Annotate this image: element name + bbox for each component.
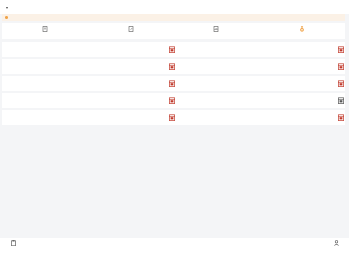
grid-row (2, 76, 345, 91)
user-icon (333, 240, 339, 246)
document-icon (42, 25, 48, 32)
calendar-icon (169, 97, 175, 104)
edit-document-icon (128, 25, 133, 32)
toolbar-item-2[interactable] (88, 23, 174, 39)
grid-row (2, 93, 345, 108)
list-item[interactable] (167, 59, 335, 74)
report-document-icon (214, 25, 219, 32)
calendar-icon[interactable] (338, 97, 344, 104)
top-header: ▾ (0, 0, 349, 14)
notice-banner (2, 14, 345, 21)
calendar-icon[interactable] (338, 80, 344, 87)
calendar-icon (169, 63, 175, 70)
calendar-icon (169, 80, 175, 87)
calendar-icon (169, 46, 175, 53)
list-item[interactable] (167, 76, 335, 91)
calendar-icon (169, 114, 175, 121)
calendar-icon[interactable] (338, 114, 344, 121)
toolbar-item-3[interactable] (174, 23, 260, 39)
service-grid (2, 42, 345, 127)
chevron-down-icon[interactable]: ▾ (6, 5, 8, 10)
toolbar-item-4[interactable] (259, 23, 345, 39)
bottom-nav-left[interactable] (3, 240, 23, 251)
grid-row (2, 59, 345, 74)
list-item[interactable] (2, 93, 170, 108)
list-item[interactable] (167, 42, 335, 57)
grid-row (2, 110, 345, 125)
list-item[interactable] (2, 42, 170, 57)
bottom-nav (0, 238, 349, 253)
list-item[interactable] (2, 110, 170, 125)
list-item[interactable] (2, 76, 170, 91)
calendar-icon[interactable] (338, 46, 344, 53)
grid-row (2, 42, 345, 57)
clipboard-icon (10, 240, 16, 246)
medal-icon (300, 25, 304, 32)
bottom-nav-right[interactable] (326, 240, 346, 251)
list-item[interactable] (2, 59, 170, 74)
list-item[interactable] (167, 110, 335, 125)
calendar-icon[interactable] (338, 63, 344, 70)
info-icon (5, 16, 8, 19)
toolbar-item-1[interactable] (2, 23, 88, 39)
toolbar (2, 23, 345, 39)
list-item[interactable] (167, 93, 335, 108)
